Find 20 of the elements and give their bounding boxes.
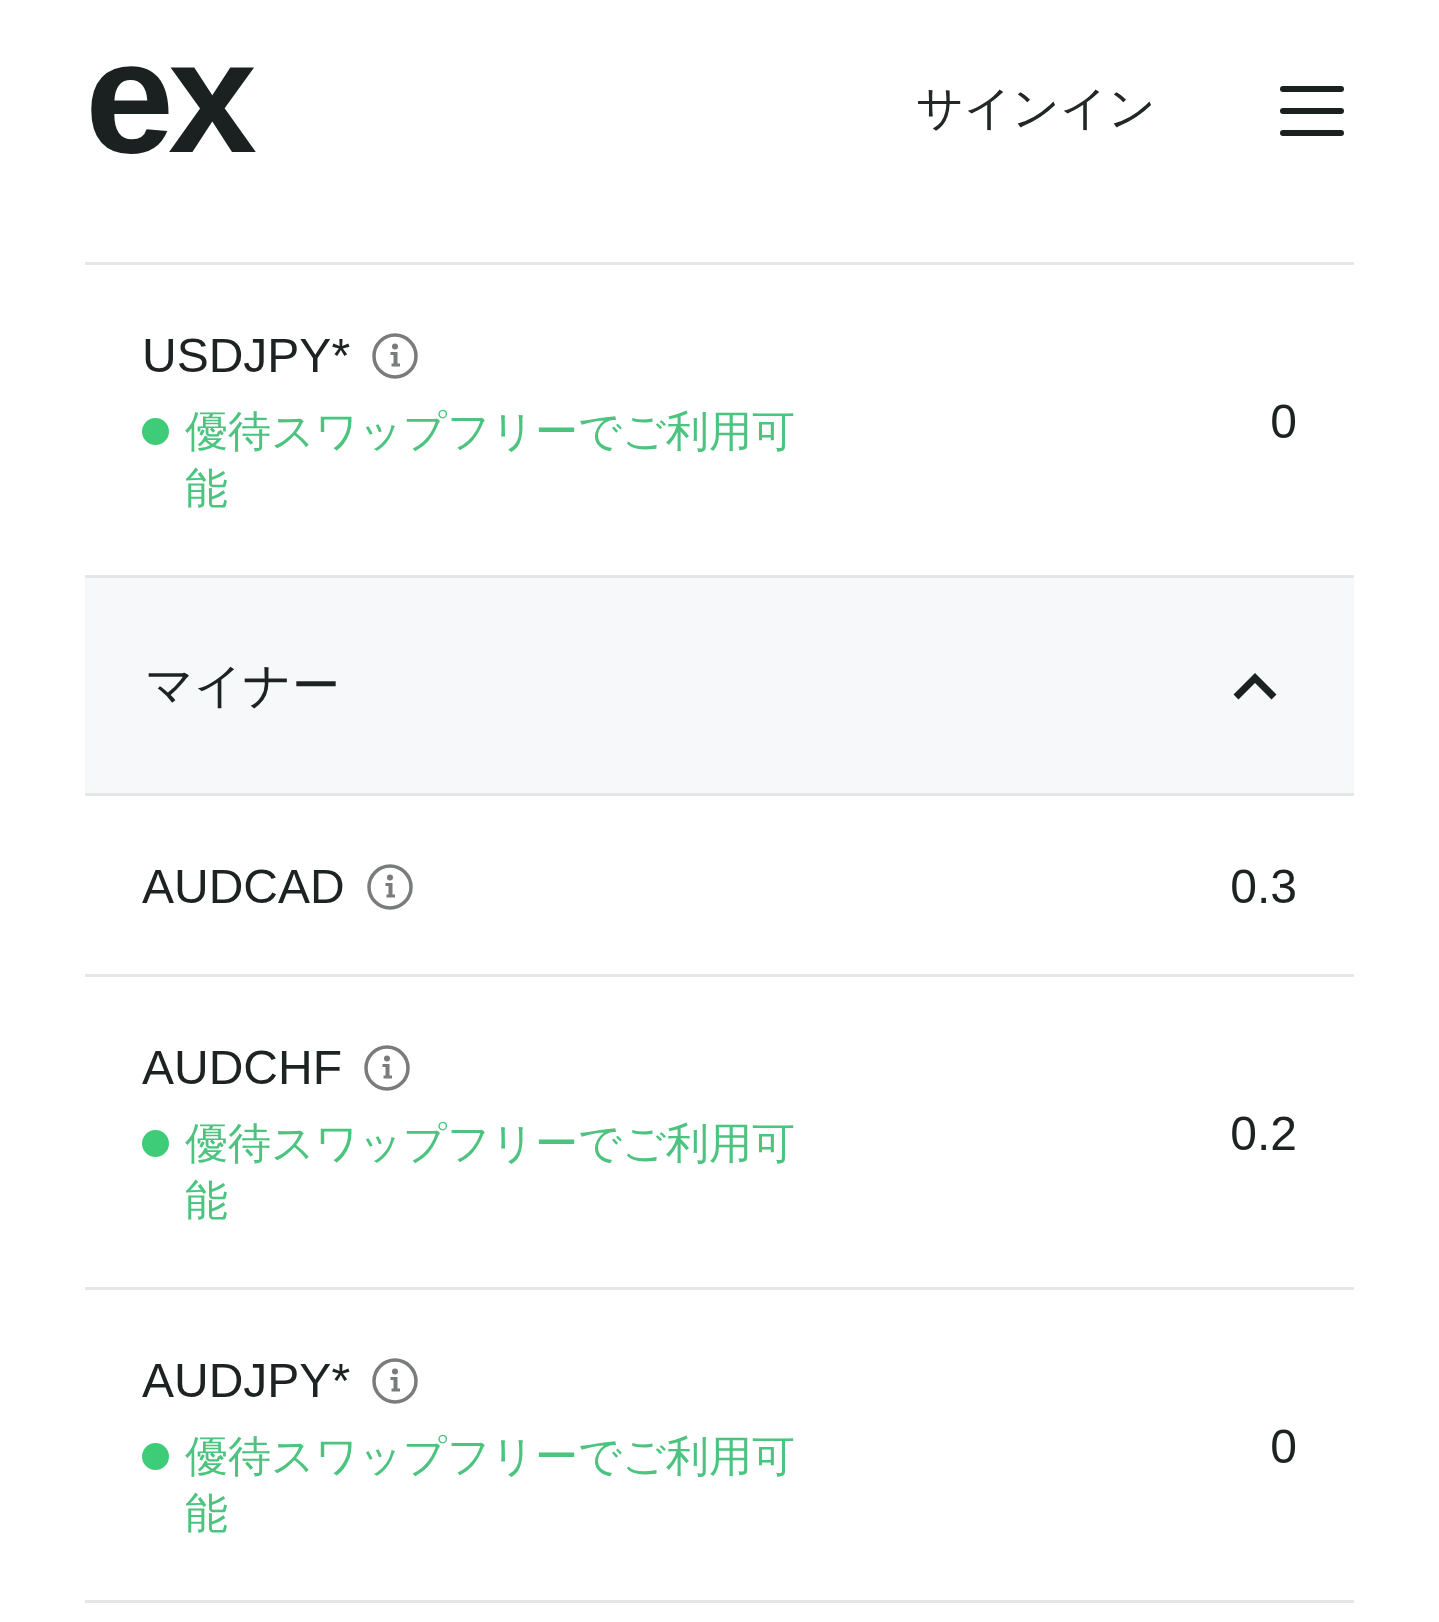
info-icon[interactable]	[372, 333, 419, 379]
menu-button[interactable]	[1280, 86, 1344, 136]
swap-free-note: 優待スワップフリーでご利用可能	[185, 1431, 796, 1539]
spread-value: 0	[1270, 1419, 1297, 1475]
spread-value: 0.2	[1230, 1106, 1297, 1162]
info-icon[interactable]	[364, 1045, 410, 1091]
instrument-name: AUDCAD	[142, 859, 345, 915]
swap-free-note: 優待スワップフリーでご利用可能	[185, 406, 796, 514]
spread-value: 0.3	[1230, 859, 1297, 915]
swap-free-note: 優待スワップフリーでご利用可能	[185, 1118, 796, 1226]
logo[interactable]: ex	[85, 17, 251, 177]
instrument-name: AUDCHF	[142, 1040, 342, 1096]
spread-value: 0	[1270, 394, 1297, 450]
info-icon[interactable]	[372, 1358, 419, 1404]
sign-in-link[interactable]: サインイン	[916, 79, 1156, 137]
section-toggle[interactable]: マイナー	[85, 578, 1354, 796]
instrument-name: USDJPY*	[142, 328, 351, 384]
menu-icon	[1280, 86, 1344, 136]
instrument-name: AUDJPY*	[142, 1353, 351, 1409]
info-icon[interactable]	[366, 864, 413, 910]
